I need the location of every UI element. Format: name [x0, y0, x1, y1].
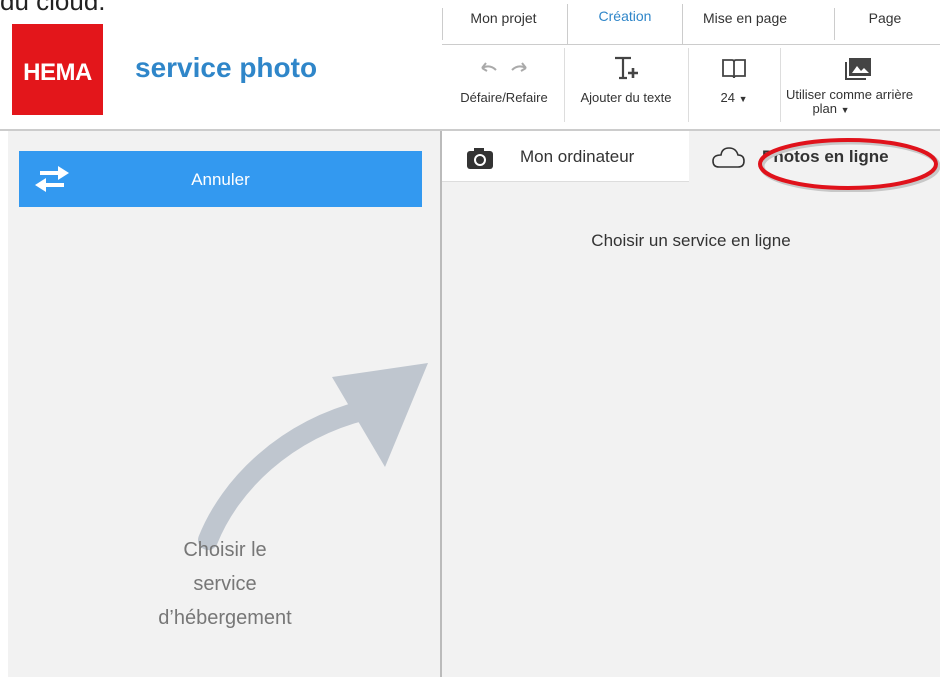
tab-mise-en-page[interactable]: Mise en page — [684, 6, 806, 40]
caption-fragment: du cloud. — [0, 0, 106, 16]
tab-my-computer[interactable]: Mon ordinateur — [442, 131, 689, 182]
use-as-background-button[interactable]: Utiliser comme arrière plan ▼ — [786, 54, 940, 117]
choose-host-hint: Choisir le service d’hébergement — [130, 533, 320, 635]
undo-redo-label: Défaire/Refaire — [460, 90, 548, 105]
add-text-icon — [615, 56, 638, 80]
undo-redo-icon — [481, 62, 527, 72]
hint-line: Choisir le — [183, 539, 267, 561]
background-label-line2: plan — [812, 101, 838, 116]
my-computer-label: Mon ordinateur — [520, 147, 635, 166]
toolbar-divider — [688, 48, 689, 122]
toolbar-top-border — [442, 44, 940, 45]
add-text-button[interactable]: Ajouter du texte — [567, 54, 685, 105]
background-label-line1: Utiliser comme arrière — [786, 87, 914, 102]
toolbar-divider — [564, 48, 565, 122]
hema-logo-text: HEMA — [23, 59, 92, 86]
background-label-line2-wrap: plan ▼ — [716, 102, 940, 117]
add-text-label: Ajouter du texte — [580, 90, 672, 105]
pointer-arrow-icon — [198, 363, 428, 550]
highlight-ellipse — [758, 138, 940, 192]
tab-page[interactable]: Page — [835, 6, 935, 40]
undo-redo-button[interactable]: Défaire/Refaire — [448, 54, 560, 105]
image-icon — [845, 58, 871, 80]
cancel-label: Annuler — [191, 170, 250, 189]
book-icon — [722, 59, 746, 79]
pages-dropdown[interactable]: 24 ▼ — [690, 54, 778, 105]
cloud-icon — [712, 147, 745, 168]
caret-down-icon: ▼ — [840, 105, 850, 115]
hema-logo[interactable]: HEMA — [12, 24, 103, 115]
hint-line: d’hébergement — [158, 607, 292, 629]
tab-creation[interactable]: Création — [567, 4, 683, 44]
right-panel — [442, 131, 940, 677]
cancel-button[interactable]: Annuler — [19, 151, 422, 207]
choose-online-service-prompt: Choisir un service en ligne — [591, 231, 791, 250]
tab-mon-projet[interactable]: Mon projet — [443, 6, 564, 40]
camera-icon — [467, 148, 493, 169]
hint-line: service — [193, 573, 257, 595]
brand-title: service photo — [135, 52, 318, 83]
